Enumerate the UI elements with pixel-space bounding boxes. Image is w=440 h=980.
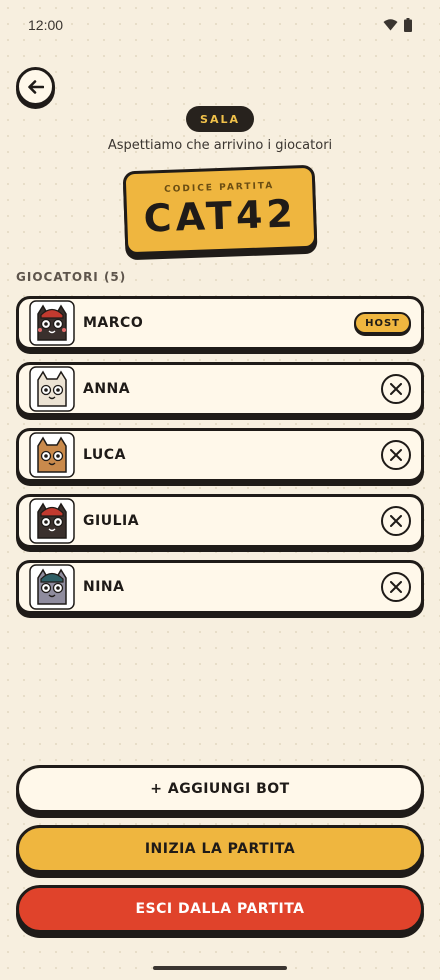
- player-row: GIULIA: [16, 494, 424, 548]
- game-code-value: CAT42: [142, 191, 298, 241]
- host-badge: HOST: [354, 312, 411, 334]
- battery-icon: [404, 18, 412, 32]
- close-icon: [390, 383, 402, 395]
- player-name: ANNA: [83, 381, 131, 397]
- leave-game-button[interactable]: ESCI DALLA PARTITA: [16, 885, 424, 933]
- remove-player-button[interactable]: [381, 506, 411, 536]
- close-icon: [390, 581, 402, 593]
- player-row: MARCO HOST: [16, 296, 424, 350]
- player-row: ANNA: [16, 362, 424, 416]
- wifi-icon: [383, 19, 398, 31]
- game-code-card: CODICE PARTITA CAT42: [122, 164, 318, 256]
- room-badge: SALA: [186, 106, 254, 132]
- page-subtitle: Aspettiamo che arrivino i giocatori: [107, 138, 333, 153]
- add-bot-button[interactable]: + AGGIUNGI BOT: [16, 765, 424, 813]
- player-name: MARCO: [83, 315, 144, 331]
- back-button[interactable]: [16, 67, 55, 106]
- home-indicator[interactable]: [153, 966, 287, 970]
- player-name: LUCA: [83, 447, 126, 463]
- cat-avatar-icon: [29, 366, 75, 412]
- cat-avatar-icon: [29, 498, 75, 544]
- players-heading: GIOCATORI (5): [16, 270, 127, 284]
- remove-player-button[interactable]: [381, 440, 411, 470]
- cat-avatar-icon: [29, 432, 75, 478]
- close-icon: [390, 515, 402, 527]
- player-row: NINA: [16, 560, 424, 614]
- remove-player-button[interactable]: [381, 374, 411, 404]
- start-game-button[interactable]: INIZIA LA PARTITA: [16, 825, 424, 873]
- arrow-left-icon: [27, 79, 44, 94]
- cat-avatar-icon: [29, 300, 75, 346]
- player-name: GIULIA: [83, 513, 140, 529]
- player-list: MARCO HOST ANNA LUCA GIULIA NINA: [16, 296, 424, 626]
- status-bar: 12:00: [0, 0, 440, 50]
- status-time: 12:00: [28, 17, 64, 33]
- player-name: NINA: [83, 579, 125, 595]
- remove-player-button[interactable]: [381, 572, 411, 602]
- player-row: LUCA: [16, 428, 424, 482]
- status-icons: [383, 18, 412, 32]
- cat-avatar-icon: [29, 564, 75, 610]
- close-icon: [390, 449, 402, 461]
